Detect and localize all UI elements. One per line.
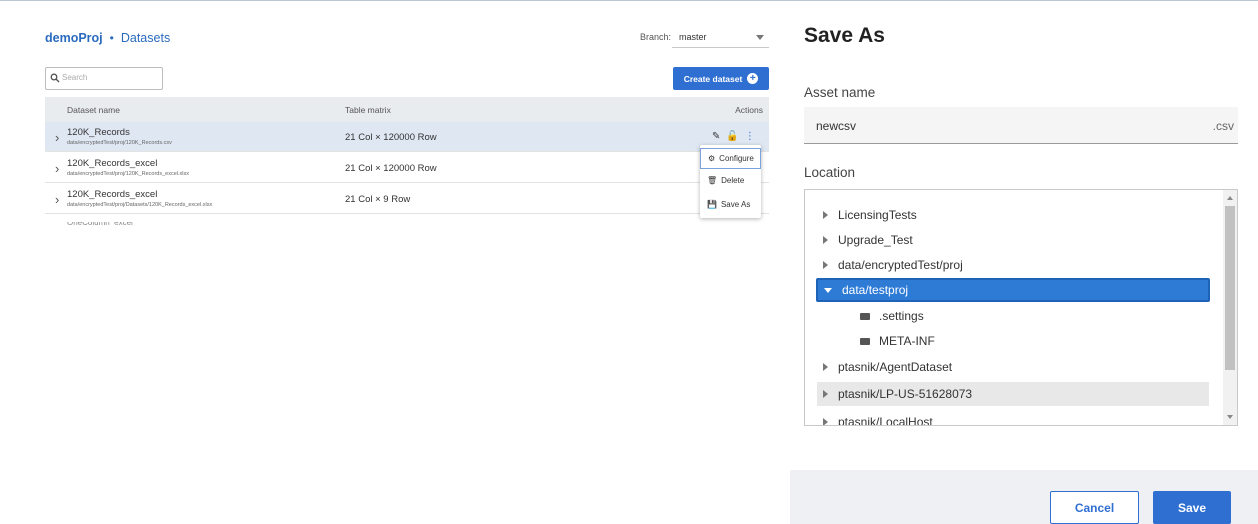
plus-circle-icon: + — [747, 73, 759, 84]
scroll-up-icon[interactable] — [1227, 196, 1233, 200]
expand-chevron-icon[interactable]: › — [55, 130, 59, 145]
scroll-down-icon[interactable] — [1227, 415, 1233, 419]
menu-item-configure[interactable]: ⚙ Configure — [700, 148, 761, 169]
tree-item-label: META-INF — [879, 334, 935, 348]
cancel-button[interactable]: Cancel — [1050, 491, 1139, 524]
dataset-path: data/encryptedTest/proj/Datasets/120K_Re… — [67, 202, 213, 208]
menu-item-label: Delete — [721, 176, 745, 185]
menu-item-delete[interactable]: 🗑 Delete — [700, 170, 761, 191]
dataset-matrix: 21 Col × 120000 Row — [345, 163, 437, 174]
dataset-matrix: 21 Col × 9 Row — [345, 194, 411, 205]
tree-item-label: Upgrade_Test — [838, 233, 913, 247]
row-actions: ✎ 🔓 ⋮ — [712, 131, 755, 142]
breadcrumb-project-link[interactable]: demoProj — [45, 31, 103, 45]
tree-item[interactable]: ptasnik/LP-US-51628073 — [817, 382, 1209, 406]
asset-name-field[interactable]: newcsv .csv — [804, 107, 1238, 144]
tree-item-label: ptasnik/LP-US-51628073 — [838, 387, 973, 401]
location-label: Location — [804, 165, 856, 180]
gear-icon: ⚙ — [708, 154, 716, 163]
dataset-name: 120K_Records_excel — [67, 158, 158, 169]
table-row[interactable]: › 120K_Records data/encryptedTest/proj/1… — [45, 122, 769, 152]
scrollbar-thumb[interactable] — [1225, 206, 1235, 370]
caret-right-icon — [823, 363, 828, 371]
tree-item-label: LicensingTests — [838, 208, 917, 222]
create-dataset-button[interactable]: Create dataset + — [673, 67, 769, 90]
caret-right-icon — [823, 261, 828, 269]
breadcrumb-current[interactable]: Datasets — [121, 31, 170, 45]
tree-item[interactable]: data/encryptedTest/proj — [823, 253, 963, 277]
menu-item-label: Configure — [719, 154, 754, 163]
column-header-matrix: Table matrix — [345, 105, 391, 115]
breadcrumb: demoProj • Datasets — [45, 31, 170, 45]
branch-value: master — [679, 32, 707, 42]
tree-item-selected[interactable]: data/testproj — [816, 278, 1210, 302]
tree-scrollbar[interactable] — [1223, 190, 1237, 425]
dataset-path: data/encryptedTest/proj/120K_Records_exc… — [67, 171, 189, 177]
asset-extension: .csv — [1212, 119, 1234, 133]
save-as-dialog: Save As Asset name newcsv .csv Location … — [790, 0, 1258, 524]
tree-item-label: ptasnik/LocalHost — [838, 415, 933, 426]
dataset-path: data/encryptedTest/proj/120K_Records.csv — [67, 140, 172, 146]
chevron-down-icon — [756, 35, 764, 40]
tree-item[interactable]: Upgrade_Test — [823, 228, 913, 252]
asset-name-label: Asset name — [804, 85, 876, 100]
floppy-disk-icon: 💾 — [707, 200, 717, 209]
expand-chevron-icon[interactable]: › — [55, 161, 59, 176]
trash-icon: 🗑 — [707, 176, 718, 185]
tree-item[interactable]: LicensingTests — [823, 203, 917, 227]
create-dataset-label: Create dataset — [683, 73, 743, 84]
tree-item-label: data/testproj — [842, 283, 909, 297]
caret-right-icon — [823, 211, 828, 219]
tree-item[interactable]: META-INF — [860, 329, 935, 353]
search-icon — [50, 73, 60, 83]
location-tree[interactable]: LicensingTests Upgrade_Test data/encrypt… — [804, 189, 1238, 426]
folder-icon — [860, 312, 870, 320]
dataset-name: 120K_Records_excel — [67, 189, 158, 200]
tree-item[interactable]: ptasnik/AgentDataset — [823, 355, 952, 379]
table-header: Dataset name Table matrix Actions — [45, 97, 769, 122]
dataset-matrix: 21 Col × 120000 Row — [345, 132, 437, 143]
branch-select[interactable]: master — [672, 27, 769, 48]
unlock-icon[interactable]: 🔓 — [726, 131, 738, 142]
dataset-name: 120K_Records — [67, 127, 130, 138]
edit-pencil-icon[interactable]: ✎ — [712, 131, 720, 142]
tree-item-label: ptasnik/AgentDataset — [838, 360, 953, 374]
search-placeholder: Search — [62, 73, 88, 82]
folder-icon — [860, 337, 870, 345]
table-row[interactable]: › 120K_Records_excel data/encryptedTest/… — [45, 153, 769, 183]
asset-name-value: newcsv — [816, 119, 857, 133]
caret-right-icon — [823, 418, 828, 425]
tree-item[interactable]: .settings — [860, 304, 924, 328]
column-header-name: Dataset name — [67, 105, 120, 115]
datasets-panel: demoProj • Datasets Branch: master Searc… — [0, 0, 790, 524]
column-header-actions: Actions — [735, 105, 763, 115]
menu-item-save-as[interactable]: 💾 Save As — [700, 194, 761, 215]
dialog-title: Save As — [804, 24, 885, 47]
branch-label: Branch: — [640, 32, 672, 42]
expand-chevron-icon[interactable]: › — [55, 192, 59, 207]
tree-item-label: .settings — [879, 309, 924, 323]
tree-item[interactable]: ptasnik/LocalHost — [823, 410, 933, 426]
menu-item-label: Save As — [720, 200, 751, 209]
caret-right-icon — [823, 236, 828, 244]
search-input[interactable]: Search — [45, 67, 163, 90]
caret-right-icon — [823, 390, 828, 398]
more-vertical-icon[interactable]: ⋮ — [745, 131, 755, 142]
tree-item-label: data/encryptedTest/proj — [838, 258, 963, 272]
save-button[interactable]: Save — [1153, 491, 1231, 524]
caret-down-icon — [824, 287, 832, 293]
breadcrumb-separator: • — [109, 31, 114, 45]
table-row[interactable]: › 120K_Records_excel data/encryptedTest/… — [45, 184, 769, 214]
row-context-menu: ⚙ Configure 🗑 Delete 💾 Save As — [700, 145, 761, 218]
partial-row-text: OneColumn_excel — [67, 222, 187, 226]
